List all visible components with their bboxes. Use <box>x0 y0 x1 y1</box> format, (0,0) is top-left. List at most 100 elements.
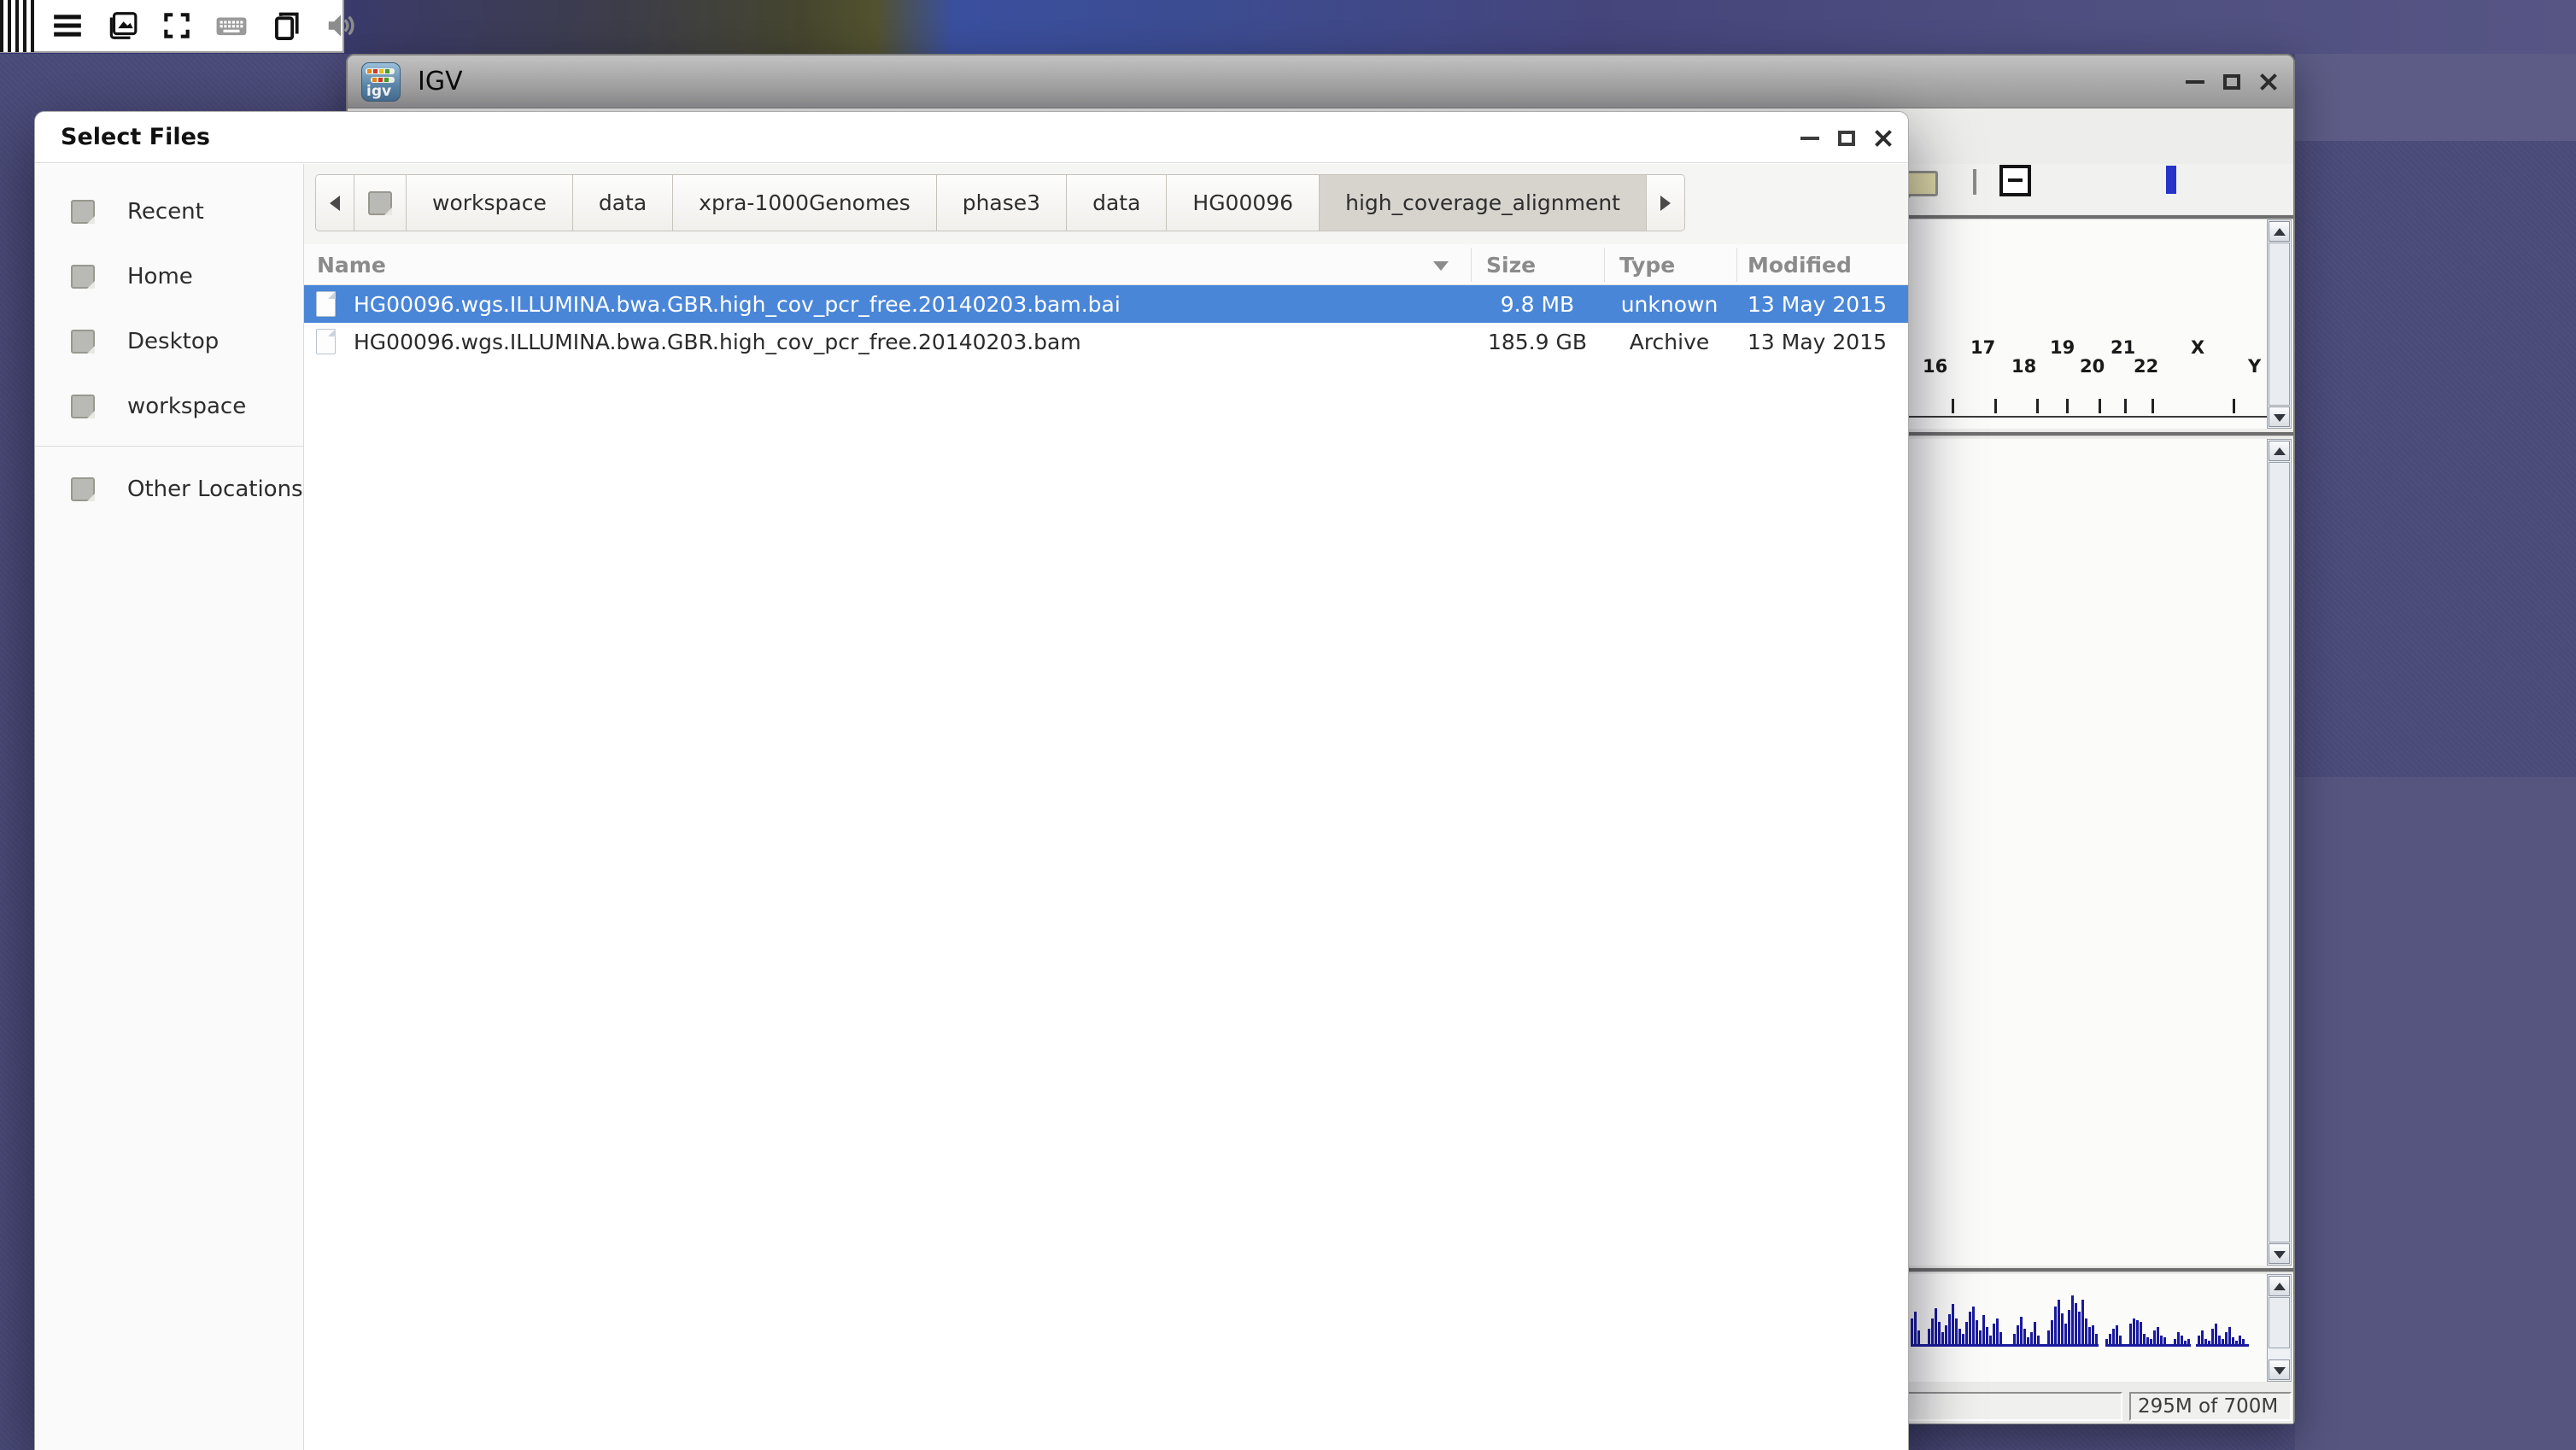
breadcrumb-segment[interactable]: xpra-1000Genomes <box>673 175 937 231</box>
ruler-tick <box>1994 399 1997 413</box>
histogram-bar <box>2112 1329 2115 1344</box>
file-cell: Archive <box>1604 323 1735 360</box>
scroll-down-icon[interactable] <box>2269 1243 2290 1264</box>
pathbar-back-button[interactable] <box>316 175 354 231</box>
images-icon[interactable] <box>106 9 138 42</box>
chromosome-label[interactable]: 17 <box>1970 337 1995 358</box>
column-header-name[interactable]: Name <box>317 244 386 285</box>
ruler-scrollbar[interactable] <box>2267 219 2292 429</box>
histogram-bar <box>2140 1322 2142 1344</box>
histogram-bar <box>1914 1312 1917 1344</box>
histogram-bar <box>1976 1320 1978 1344</box>
ruler-tick <box>2099 399 2101 413</box>
histogram-bar <box>2058 1300 2060 1344</box>
drive-icon <box>368 191 392 215</box>
file-row[interactable]: HG00096.wgs.ILLUMINA.bwa.GBR.high_cov_pc… <box>304 323 1908 360</box>
collapse-tracks-icon[interactable] <box>1999 165 2031 196</box>
place-icon <box>71 477 95 501</box>
wallpaper-band <box>2295 54 2576 141</box>
chromosome-label[interactable]: 16 <box>1923 356 1947 377</box>
histogram-bar <box>2075 1303 2077 1344</box>
breadcrumb-segment[interactable]: workspace <box>407 175 573 231</box>
histogram-bar <box>2020 1317 2023 1344</box>
dialog-maximize-button[interactable] <box>1838 131 1855 146</box>
keyboard-icon[interactable] <box>215 9 248 42</box>
chromosome-label[interactable]: Y <box>2248 356 2261 377</box>
igv-maximize-button[interactable] <box>2223 74 2240 90</box>
pathbar-root-button[interactable] <box>354 175 407 231</box>
sidebar-item-desktop[interactable]: Desktop <box>35 314 303 369</box>
chromosome-labels: 16171819202122XY <box>1911 337 2269 377</box>
file-cell: unknown <box>1604 285 1735 323</box>
file-row[interactable]: HG00096.wgs.ILLUMINA.bwa.GBR.high_cov_pc… <box>304 285 1908 323</box>
histogram-bar <box>2116 1325 2118 1344</box>
pathbar-forward-button[interactable] <box>1647 175 1684 231</box>
chromosome-label[interactable]: X <box>2191 337 2204 358</box>
chromosome-label[interactable]: 18 <box>2011 356 2036 377</box>
chromosome-label[interactable]: 21 <box>2111 337 2135 358</box>
ruler-tick <box>2124 399 2127 413</box>
chromosome-label[interactable]: 22 <box>2134 356 2158 377</box>
breadcrumb: workspacedataxpra-1000Genomesphase3dataH… <box>315 174 1685 231</box>
chromosome-label[interactable]: 20 <box>2080 356 2105 377</box>
histogram-bar <box>2146 1337 2149 1344</box>
histogram-bar <box>1938 1322 1941 1344</box>
menu-icon[interactable] <box>51 9 84 42</box>
scroll-up-icon[interactable] <box>2269 441 2290 461</box>
dialog-titlebar[interactable]: Select Files <box>35 112 1908 163</box>
wallpaper-band <box>2295 777 2576 1450</box>
select-files-dialog: Select Files Recent Home Desktop workspace O… <box>34 111 1909 1450</box>
grip-handle[interactable] <box>0 0 34 52</box>
sidebar-item-recent[interactable]: Recent <box>35 184 303 239</box>
ruler-tick <box>2152 399 2154 413</box>
breadcrumb-segment[interactable]: data <box>573 175 673 231</box>
column-separator[interactable] <box>1736 248 1737 282</box>
fullscreen-icon[interactable] <box>161 9 193 42</box>
dialog-minimize-button[interactable] <box>1800 137 1819 140</box>
histogram-baseline <box>1911 1344 2099 1347</box>
igv-close-button[interactable] <box>2259 73 2278 91</box>
sidebar-item-other-locations[interactable]: Other Locations <box>35 462 303 517</box>
breadcrumb-segment[interactable]: HG00096 <box>1167 175 1320 231</box>
track-scrollbar[interactable] <box>2267 439 2292 1266</box>
dialog-close-button[interactable] <box>1874 129 1893 148</box>
sort-descending-icon[interactable] <box>1433 261 1449 271</box>
place-icon <box>71 200 95 224</box>
scroll-down-icon[interactable] <box>2269 1359 2290 1380</box>
scrollbar-thumb[interactable] <box>2269 1297 2290 1348</box>
file-list-header: Name Size Type Modified <box>304 244 1908 285</box>
histogram-bar <box>2085 1318 2087 1344</box>
igv-minimize-button[interactable] <box>2186 80 2204 84</box>
column-separator[interactable] <box>1604 248 1605 282</box>
histogram-bar <box>2232 1337 2234 1344</box>
scrollbar-thumb[interactable] <box>2269 243 2290 406</box>
scroll-up-icon[interactable] <box>2269 221 2290 242</box>
breadcrumb-segment[interactable]: phase3 <box>937 175 1067 231</box>
scrollbar-thumb[interactable] <box>2269 462 2290 1242</box>
scroll-down-icon[interactable] <box>2269 406 2290 427</box>
sidebar-item-home[interactable]: Home <box>35 249 303 304</box>
column-header-modified[interactable]: Modified <box>1748 244 1852 285</box>
histogram-bar <box>1982 1315 1985 1344</box>
column-header-type[interactable]: Type <box>1619 244 1675 285</box>
sidebar-item-workspace[interactable]: workspace <box>35 379 303 434</box>
breadcrumb-segment[interactable]: high_coverage_alignment <box>1320 175 1647 231</box>
histogram-bar <box>2143 1334 2146 1344</box>
breadcrumb-segment[interactable]: data <box>1067 175 1167 231</box>
scroll-up-icon[interactable] <box>2269 1276 2290 1296</box>
histogram-bar <box>1917 1330 1920 1344</box>
histogram-bar <box>2160 1336 2163 1344</box>
copy-icon[interactable] <box>270 9 302 42</box>
coverage-scrollbar[interactable] <box>2267 1274 2292 1382</box>
chromosome-label[interactable]: 19 <box>2050 337 2075 358</box>
ruler-tick <box>1952 399 1954 413</box>
column-separator[interactable] <box>1471 248 1472 282</box>
arrow-left-icon <box>330 196 340 211</box>
igv-titlebar[interactable]: igv IGV <box>348 56 2293 108</box>
column-header-size[interactable]: Size <box>1486 244 1536 285</box>
file-icon <box>316 329 336 354</box>
histogram-bar <box>2092 1325 2094 1344</box>
speaker-icon[interactable] <box>325 9 357 42</box>
coverage-histogram <box>1911 1274 2252 1382</box>
histogram-bar <box>2081 1300 2084 1344</box>
